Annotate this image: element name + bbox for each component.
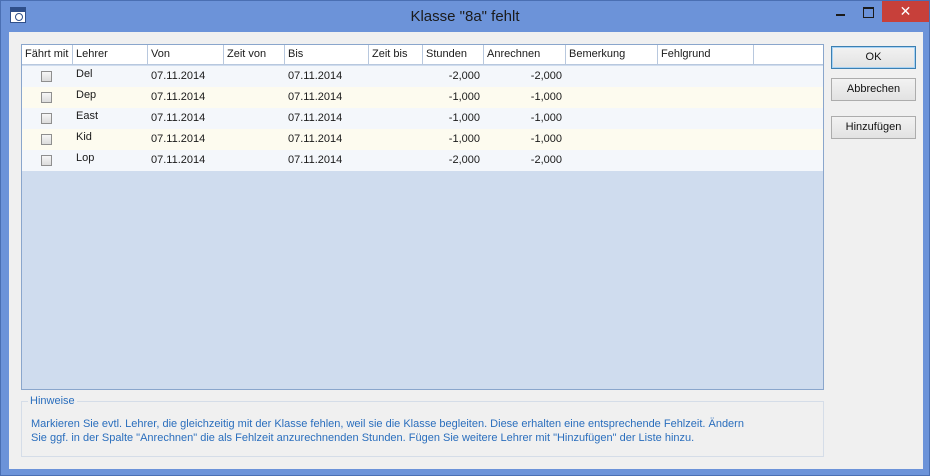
lehrer-cell[interactable]: East [73, 108, 148, 129]
zeit-bis-cell[interactable] [369, 150, 423, 171]
ok-button[interactable]: OK [831, 46, 916, 69]
add-button[interactable]: Hinzufügen [831, 116, 916, 139]
von-cell[interactable]: 07.11.2014 [148, 66, 224, 87]
bemerkung-cell[interactable] [566, 87, 658, 108]
column-header-zeit-von[interactable]: Zeit von [224, 45, 285, 65]
von-cell[interactable]: 07.11.2014 [148, 87, 224, 108]
stunden-cell[interactable]: -1,000 [423, 129, 484, 150]
hints-line-2: Sie ggf. in der Spalte "Anrechnen" die a… [31, 432, 695, 444]
stunden-cell[interactable]: -1,000 [423, 108, 484, 129]
table-row[interactable]: East 07.11.2014 07.11.2014 -1,000 -1,000 [22, 108, 823, 129]
hints-line-1: Markieren Sie evtl. Lehrer, die gleichze… [31, 418, 744, 430]
lehrer-cell[interactable]: Lop [73, 150, 148, 171]
faehrt-mit-checkbox[interactable] [41, 155, 52, 166]
zeit-von-cell[interactable] [224, 87, 285, 108]
zeit-von-cell[interactable] [224, 108, 285, 129]
fehlgrund-cell[interactable] [658, 66, 754, 87]
close-button[interactable]: ✕ [882, 1, 929, 22]
zeit-bis-cell[interactable] [369, 66, 423, 87]
column-header-faehrt-mit[interactable]: Fährt mit [22, 45, 73, 65]
hints-text: Markieren Sie evtl. Lehrer, die gleichze… [31, 417, 811, 445]
cancel-button[interactable]: Abbrechen [831, 78, 916, 101]
anrechnen-cell[interactable]: -2,000 [484, 66, 566, 87]
bemerkung-cell[interactable] [566, 66, 658, 87]
von-cell[interactable]: 07.11.2014 [148, 129, 224, 150]
table-row[interactable]: Lop 07.11.2014 07.11.2014 -2,000 -2,000 [22, 150, 823, 171]
bis-cell[interactable]: 07.11.2014 [285, 66, 369, 87]
column-header-zeit-bis[interactable]: Zeit bis [369, 45, 423, 65]
dialog-window: Klasse "8a" fehlt ✕ Fährt mit Lehrer Von… [0, 0, 930, 476]
zeit-von-cell[interactable] [224, 66, 285, 87]
maximize-button[interactable] [854, 1, 881, 22]
lehrer-cell[interactable]: Del [73, 66, 148, 87]
bis-cell[interactable]: 07.11.2014 [285, 87, 369, 108]
bemerkung-cell[interactable] [566, 108, 658, 129]
hints-title: Hinweise [28, 395, 77, 407]
zeit-bis-cell[interactable] [369, 108, 423, 129]
column-header-lehrer[interactable]: Lehrer [73, 45, 148, 65]
column-header-anrechnen[interactable]: Anrechnen [484, 45, 566, 65]
table-row[interactable]: Kid 07.11.2014 07.11.2014 -1,000 -1,000 [22, 129, 823, 150]
column-header-fehlgrund[interactable]: Fehlgrund [658, 45, 754, 65]
teacher-grid[interactable]: Fährt mit Lehrer Von Zeit von Bis Zeit b… [21, 44, 824, 390]
stunden-cell[interactable]: -2,000 [423, 66, 484, 87]
fehlgrund-cell[interactable] [658, 150, 754, 171]
anrechnen-cell[interactable]: -2,000 [484, 150, 566, 171]
bis-cell[interactable]: 07.11.2014 [285, 129, 369, 150]
lehrer-cell[interactable]: Kid [73, 129, 148, 150]
column-header-bemerkung[interactable]: Bemerkung [566, 45, 658, 65]
bemerkung-cell[interactable] [566, 150, 658, 171]
zeit-von-cell[interactable] [224, 129, 285, 150]
zeit-bis-cell[interactable] [369, 87, 423, 108]
stunden-cell[interactable]: -1,000 [423, 87, 484, 108]
zeit-von-cell[interactable] [224, 150, 285, 171]
title-bar[interactable]: Klasse "8a" fehlt ✕ [1, 1, 929, 32]
fehlgrund-cell[interactable] [658, 108, 754, 129]
bemerkung-cell[interactable] [566, 129, 658, 150]
fehlgrund-cell[interactable] [658, 129, 754, 150]
fehlgrund-cell[interactable] [658, 87, 754, 108]
faehrt-mit-checkbox[interactable] [41, 92, 52, 103]
column-header-stunden[interactable]: Stunden [423, 45, 484, 65]
table-row[interactable]: Del 07.11.2014 07.11.2014 -2,000 -2,000 [22, 66, 823, 87]
column-header-von[interactable]: Von [148, 45, 224, 65]
zeit-bis-cell[interactable] [369, 129, 423, 150]
von-cell[interactable]: 07.11.2014 [148, 150, 224, 171]
faehrt-mit-checkbox[interactable] [41, 134, 52, 145]
von-cell[interactable]: 07.11.2014 [148, 108, 224, 129]
dialog-body: Fährt mit Lehrer Von Zeit von Bis Zeit b… [9, 32, 923, 469]
anrechnen-cell[interactable]: -1,000 [484, 87, 566, 108]
lehrer-cell[interactable]: Dep [73, 87, 148, 108]
minimize-button[interactable] [827, 1, 854, 22]
column-header-bis[interactable]: Bis [285, 45, 369, 65]
anrechnen-cell[interactable]: -1,000 [484, 108, 566, 129]
hints-groupbox: Hinweise Markieren Sie evtl. Lehrer, die… [21, 395, 824, 457]
window-title: Klasse "8a" fehlt [410, 8, 520, 25]
table-row[interactable]: Dep 07.11.2014 07.11.2014 -1,000 -1,000 [22, 87, 823, 108]
anrechnen-cell[interactable]: -1,000 [484, 129, 566, 150]
stunden-cell[interactable]: -2,000 [423, 150, 484, 171]
grid-header: Fährt mit Lehrer Von Zeit von Bis Zeit b… [22, 45, 823, 65]
faehrt-mit-checkbox[interactable] [41, 113, 52, 124]
bis-cell[interactable]: 07.11.2014 [285, 108, 369, 129]
faehrt-mit-checkbox[interactable] [41, 71, 52, 82]
bis-cell[interactable]: 07.11.2014 [285, 150, 369, 171]
